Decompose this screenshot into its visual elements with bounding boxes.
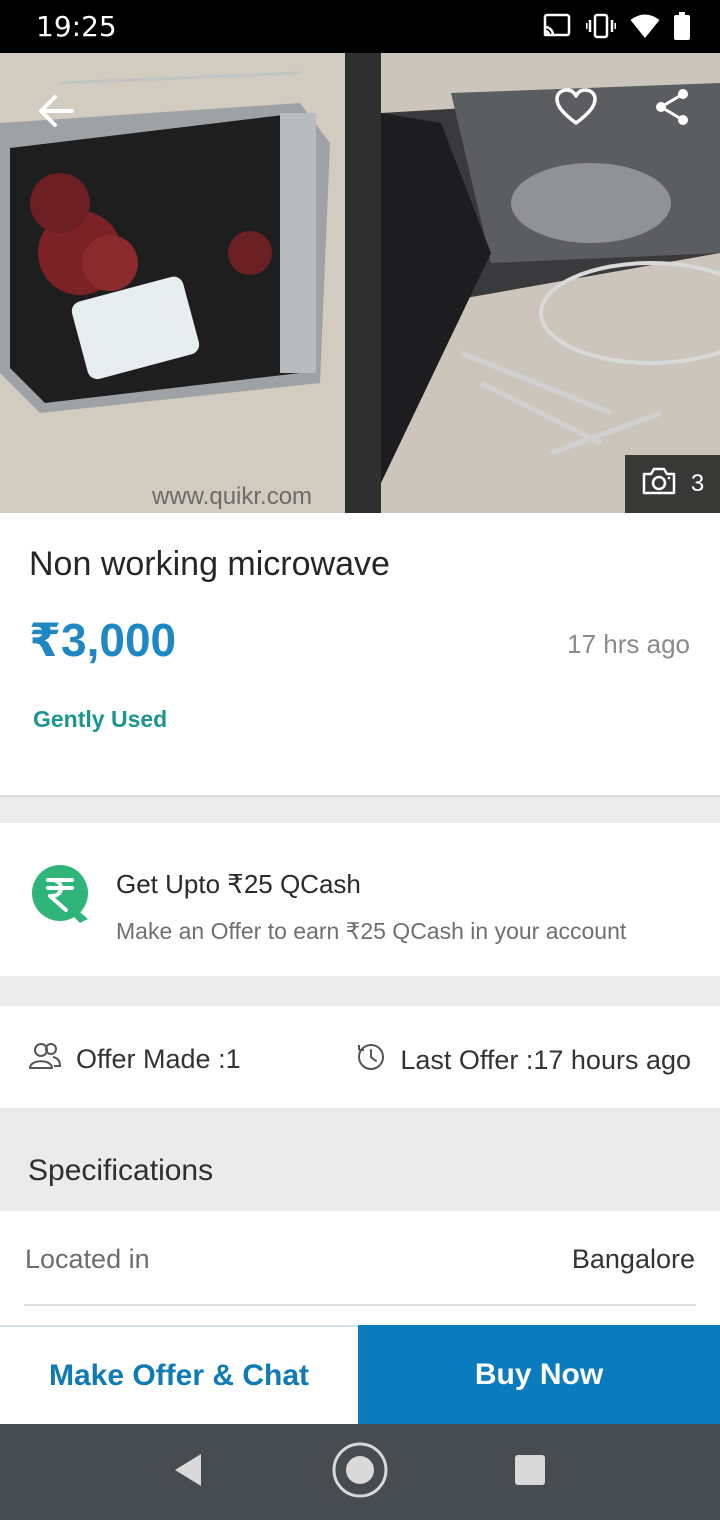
listing-title: Non working microwave [29,545,390,583]
buy-now-button[interactable]: Buy Now [358,1325,720,1424]
favorite-button[interactable] [550,83,602,135]
nav-back-icon [173,1453,203,1492]
status-icons [542,12,690,40]
last-offer: Last Offer :17 hours ago [356,1042,691,1079]
nav-home-icon [332,1442,388,1503]
back-arrow-icon [37,94,75,133]
status-bar: 19:25 [0,0,720,53]
listing-price: ₹3,000 [29,614,177,666]
photo-count-badge[interactable]: 3 [625,455,720,513]
posted-time: 17 hrs ago [567,629,690,659]
qcash-title: Get Upto ₹25 QCash [116,869,361,899]
make-offer-chat-button[interactable]: Make Offer & Chat [0,1327,358,1424]
qcash-promo[interactable]: Get Upto ₹25 QCash Make an Offer to earn… [0,823,720,976]
spec-divider [24,1304,696,1306]
specifications-title: Specifications [28,1154,214,1187]
nav-home-button[interactable] [332,1442,388,1503]
back-button[interactable] [30,87,82,139]
section-divider [0,976,720,1006]
people-icon [28,1042,62,1077]
nav-back-button[interactable] [160,1444,216,1500]
offer-made: Offer Made :1 [28,1042,241,1077]
spec-row: Located in Bangalore [0,1211,720,1321]
last-offer-text: Last Offer :17 hours ago [400,1045,691,1075]
watermark: www.quikr.com [152,483,313,510]
qcash-subtitle: Make an Offer to earn ₹25 QCash in your … [116,918,627,944]
status-time: 19:25 [36,10,117,43]
share-icon [654,88,690,131]
offer-made-text: Offer Made :1 [76,1044,241,1074]
listing-summary: Non working microwave ₹3,000 17 hrs ago … [0,513,720,795]
action-bar: Make Offer & Chat Buy Now [0,1325,720,1424]
vibrate-icon [586,13,616,39]
spec-value: Bangalore [571,1244,695,1274]
share-button[interactable] [646,83,698,135]
cast-icon [542,13,572,39]
photo-gallery[interactable]: www.quikr.com 3 [0,53,720,513]
spec-label: Located in [25,1244,150,1274]
qcash-icon [30,863,94,927]
wifi-icon [630,13,660,39]
specifications-header: Specifications [0,1108,720,1211]
section-divider [0,795,720,823]
offer-stats: Offer Made :1 Last Offer :17 hours ago [0,1006,720,1108]
camera-icon [641,467,677,502]
system-nav-bar [0,1424,720,1520]
clock-icon [356,1042,386,1079]
gallery-divider [345,53,381,513]
photo-count: 3 [690,470,705,497]
battery-icon [674,12,690,40]
nav-recents-button[interactable] [502,1444,558,1500]
heart-icon [555,87,597,131]
nav-recents-icon [514,1454,546,1491]
condition-label: Gently Used [33,706,168,732]
